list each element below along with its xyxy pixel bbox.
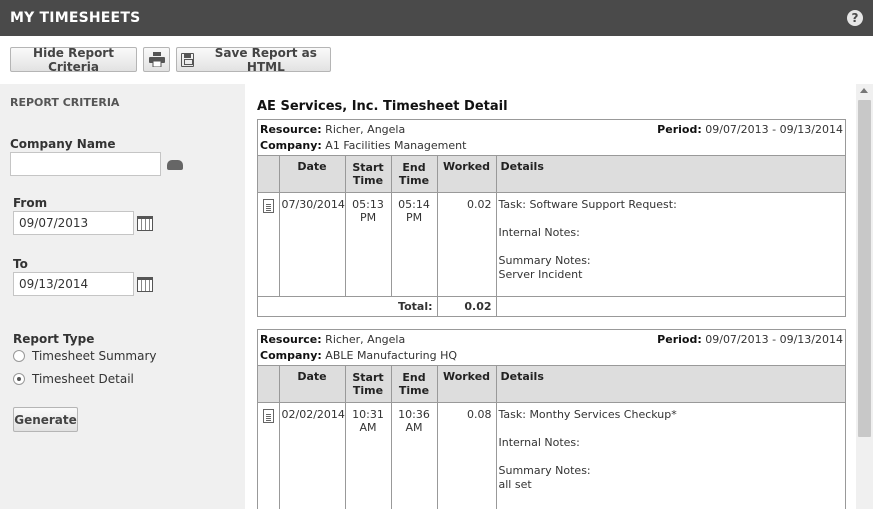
table-header-row: Date Start Time End Time Worked Details <box>258 156 845 193</box>
row-start-time: 05:13 PM <box>345 192 392 296</box>
report-title: AE Services, Inc. Timesheet Detail <box>257 99 508 114</box>
criteria-heading: REPORT CRITERIA <box>10 96 120 109</box>
row-date: 02/02/2014 <box>279 402 346 509</box>
table-row: 07/30/2014 05:13 PM 05:14 PM 0.02 Task: So… <box>258 192 845 296</box>
to-date-input[interactable] <box>13 272 134 296</box>
company-label: Company: <box>260 349 322 362</box>
company-name-label: Company Name <box>10 137 116 151</box>
period-label: Period: <box>657 333 702 346</box>
row-end-time: 05:14 PM <box>391 192 438 296</box>
period-label: Period: <box>657 123 702 136</box>
to-label: To <box>13 257 28 271</box>
row-details: Task: Monthy Services Checkup* Internal … <box>498 407 677 491</box>
row-worked: 0.02 <box>437 192 497 296</box>
timesheet-card: Resource: Richer, Angela Company: A1 Fac… <box>257 119 846 317</box>
report-output: AE Services, Inc. Timesheet Detail Resou… <box>257 84 852 509</box>
resource-label: Resource: <box>260 123 322 136</box>
company-name-input[interactable] <box>10 152 161 176</box>
radio-label: Timesheet Summary <box>32 349 157 363</box>
lookup-icon[interactable] <box>167 160 183 170</box>
radio-button-selected[interactable] <box>13 373 25 385</box>
save-report-html-label: Save Report as HTML <box>214 45 317 74</box>
card-header: Resource: Richer, Angela Company: A1 Fac… <box>258 120 845 156</box>
save-report-html-button[interactable]: Save Report as HTML <box>176 45 331 74</box>
col-worked: Worked <box>437 156 497 193</box>
company-value: ABLE Manufacturing HQ <box>325 349 458 362</box>
row-details: Task: Software Support Request: Internal… <box>498 197 677 281</box>
scroll-thumb[interactable] <box>858 100 871 437</box>
hide-report-criteria-button[interactable]: Hide Report Criteria <box>10 46 137 74</box>
vertical-scrollbar[interactable] <box>856 84 873 509</box>
col-start-time: Start Time <box>345 156 392 193</box>
radio-button[interactable] <box>13 350 25 362</box>
title-bar: MY TIMESHEETS ? <box>0 0 873 36</box>
printer-icon <box>148 52 165 67</box>
from-label: From <box>13 196 48 210</box>
radio-label: Timesheet Detail <box>32 372 134 386</box>
from-calendar-icon[interactable] <box>137 216 153 231</box>
total-label: Total: <box>258 295 438 316</box>
timesheet-card: Resource: Richer, Angela Company: ABLE M… <box>257 329 846 509</box>
document-icon[interactable] <box>262 408 274 423</box>
col-date: Date <box>279 156 346 193</box>
row-end-time: 10:36 AM <box>391 402 438 509</box>
page-title: MY TIMESHEETS <box>10 10 141 26</box>
resource-label: Resource: <box>260 333 322 346</box>
row-start-time: 10:31 AM <box>345 402 392 509</box>
col-worked: Worked <box>437 366 497 403</box>
scroll-up-arrow-icon[interactable] <box>860 88 868 93</box>
col-details: Details <box>496 366 845 403</box>
timesheet-table: Date Start Time End Time Worked Details 07… <box>258 156 845 316</box>
table-header-row: Date Start Time End Time Worked Details <box>258 366 845 403</box>
row-worked: 0.08 <box>437 402 497 509</box>
from-date-input[interactable] <box>13 211 134 235</box>
report-type-label: Report Type <box>13 332 95 346</box>
to-calendar-icon[interactable] <box>137 277 153 292</box>
total-value: 0.02 <box>437 295 497 316</box>
document-icon[interactable] <box>262 198 274 213</box>
col-end-time: End Time <box>391 366 438 403</box>
generate-button[interactable]: Generate <box>13 407 78 432</box>
period-value: 09/07/2013 - 09/13/2014 <box>705 123 843 136</box>
radio-timesheet-detail[interactable]: Timesheet Detail <box>13 372 134 386</box>
resource-value: Richer, Angela <box>325 333 406 346</box>
company-value: A1 Facilities Management <box>325 139 467 152</box>
col-start-time: Start Time <box>345 366 392 403</box>
col-details: Details <box>496 156 845 193</box>
row-date: 07/30/2014 <box>279 192 346 296</box>
radio-timesheet-summary[interactable]: Timesheet Summary <box>13 349 157 363</box>
report-criteria-panel: REPORT CRITERIA Company Name From To Rep… <box>0 84 245 509</box>
save-icon <box>181 52 194 67</box>
help-icon[interactable]: ? <box>847 10 863 26</box>
period-value: 09/07/2013 - 09/13/2014 <box>705 333 843 346</box>
print-button[interactable] <box>143 47 170 72</box>
table-row: 02/02/2014 10:31 AM 10:36 AM 0.08 Task: Mo… <box>258 402 845 509</box>
card-header: Resource: Richer, Angela Company: ABLE M… <box>258 330 845 366</box>
company-label: Company: <box>260 139 322 152</box>
col-end-time: End Time <box>391 156 438 193</box>
total-row: Total: 0.02 <box>258 295 845 316</box>
timesheet-table: Date Start Time End Time Worked Details 02… <box>258 366 845 509</box>
resource-value: Richer, Angela <box>325 123 406 136</box>
col-date: Date <box>279 366 346 403</box>
